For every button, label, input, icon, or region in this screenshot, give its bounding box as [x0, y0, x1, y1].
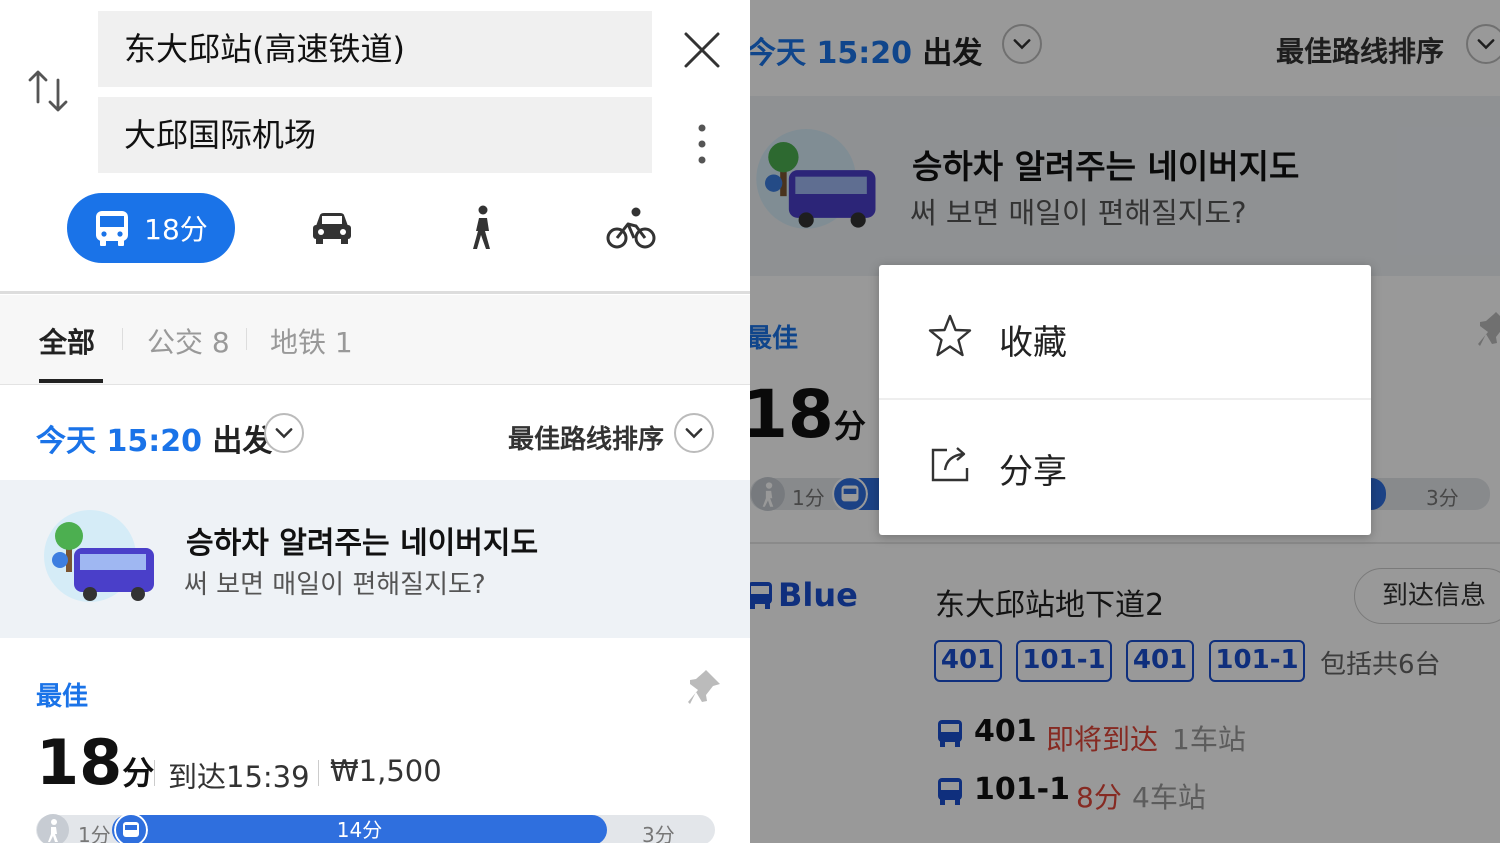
sort-label[interactable]: 最佳路线排序 [508, 419, 664, 456]
bus-segment-bar: 14分 [112, 815, 607, 843]
filter-separator [246, 328, 247, 350]
ad-banner[interactable]: 승하차 알려주는 네이버지도 써 보면 매일이 편해질지도? [0, 480, 750, 638]
favorite-menu-item[interactable]: 收藏 [879, 265, 1371, 398]
header-divider [0, 291, 750, 294]
route-duration: 18分 [36, 726, 154, 799]
walk-icon [473, 205, 490, 249]
depart-time-row: 今天 15:20 出发 最佳路线排序 [0, 386, 750, 480]
filter-tab-all[interactable]: 全部 [39, 321, 95, 361]
walk-start-duration: 1分 [78, 823, 111, 843]
car-icon [313, 213, 351, 244]
route-fare: ₩1,500 [330, 754, 442, 788]
depart-time-chevron-icon[interactable] [264, 413, 304, 453]
star-icon [928, 314, 972, 357]
swap-direction-icon[interactable] [26, 66, 70, 116]
active-tab-indicator [39, 379, 103, 383]
mode-walk-tab[interactable] [452, 193, 512, 263]
walk-circle-icon [37, 814, 69, 843]
pin-icon[interactable] [686, 668, 722, 708]
share-label: 分享 [999, 452, 1067, 492]
filter-tab-subway[interactable]: 地铁 1 [270, 321, 353, 361]
arrival-time: 到达15:39 [168, 760, 310, 794]
meta-separator [318, 760, 319, 786]
bus-circle-icon [114, 813, 148, 843]
route-minutes-unit: 分 [122, 754, 155, 792]
mode-transit-tab[interactable]: 18分 [67, 193, 235, 263]
meta-separator [154, 760, 155, 786]
transit-duration: 18分 [144, 213, 208, 246]
mode-car-tab[interactable] [300, 193, 364, 263]
share-icon [931, 447, 969, 482]
share-menu-item[interactable]: 分享 [879, 400, 1371, 533]
ad-subtitle: 써 보면 매일이 편해질지도? [184, 570, 486, 600]
bus-segment-label: 14分 [336, 818, 383, 842]
filter-separator [122, 328, 123, 350]
walk-end-duration: 3分 [642, 823, 675, 843]
filter-tab-bus[interactable]: 公交 8 [147, 321, 230, 361]
origin-field[interactable]: 东大邱站(高速铁道) [98, 11, 652, 87]
route-minutes: 18 [36, 726, 123, 799]
destination-field[interactable]: 大邱国际机场 [98, 97, 652, 173]
route-search-panel: 东大邱站(高速铁道) 大邱国际机场 18分 全部 公交 8 地铁 1 今天 15… [0, 0, 750, 843]
close-icon[interactable] [680, 28, 724, 72]
options-menu: 收藏 分享 [879, 265, 1371, 535]
depart-time-value: 今天 15:20 [36, 424, 202, 459]
more-options-icon[interactable] [688, 120, 716, 168]
bike-icon [606, 207, 656, 249]
depart-time[interactable]: 今天 15:20 出发 [36, 416, 272, 460]
best-route-badge: 最佳 [36, 682, 89, 712]
bus-icon [96, 211, 129, 246]
bus-illustration-icon [44, 510, 154, 602]
ad-title: 승하차 알려주는 네이버지도 [186, 526, 539, 561]
route-results-panel: 今天 15:20 出发 最佳路线排序 승하차 알려주는 네이버지도 써 보면 매… [750, 0, 1500, 843]
favorite-label: 收藏 [999, 323, 1067, 363]
route-filter-bar: 全部 公交 8 地铁 1 [0, 295, 750, 385]
mode-bike-tab[interactable] [600, 193, 662, 263]
sort-chevron-icon[interactable] [674, 413, 714, 453]
